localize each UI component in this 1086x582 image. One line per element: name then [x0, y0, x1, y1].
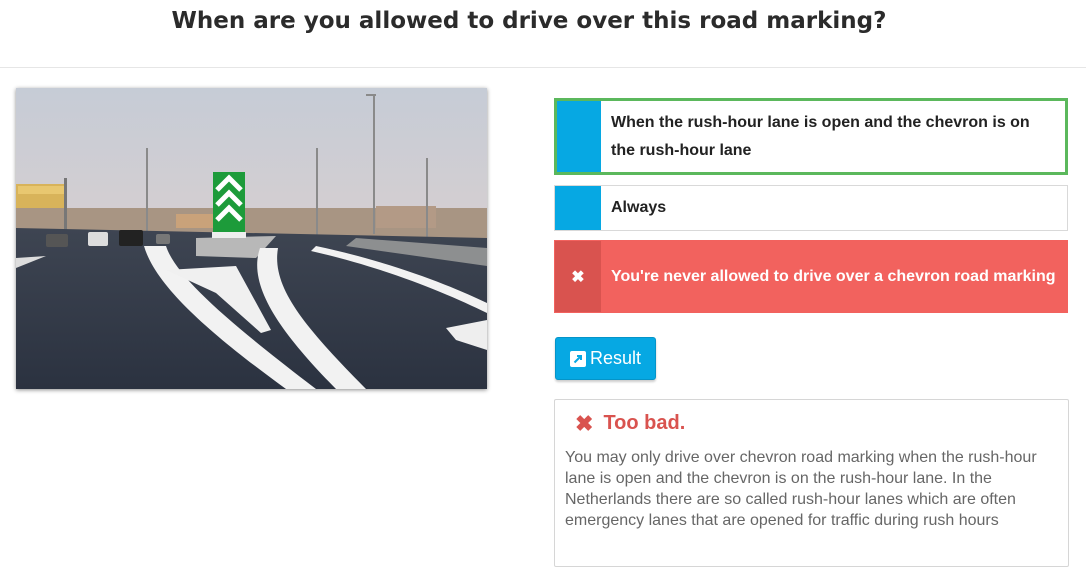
feedback-panel: ✖ Too bad. You may only drive over chevr… [554, 399, 1069, 567]
answer-text: Always [611, 199, 667, 216]
page-header: When are you allowed to drive over this … [0, 0, 1086, 68]
result-button-label: Result [589, 348, 642, 368]
answer-marker [555, 186, 601, 230]
wrong-icon: ✖ [555, 241, 601, 312]
answer-text: You're never allowed to drive over a che… [611, 267, 1056, 285]
question-photo [16, 88, 487, 389]
question-title: When are you allowed to drive over this … [171, 8, 887, 34]
result-button[interactable]: Result [555, 337, 656, 380]
answer-option-1[interactable]: When the rush-hour lane is open and the … [554, 98, 1068, 175]
feedback-title: Too bad. [603, 412, 686, 434]
feedback-explanation: You may only drive over chevron road mar… [565, 449, 1037, 529]
answer-marker [557, 101, 601, 172]
answer-option-2[interactable]: Always [554, 185, 1068, 231]
answer-option-3[interactable]: ✖ You're never allowed to drive over a c… [554, 240, 1068, 313]
close-x-icon: ✖ [575, 410, 594, 436]
external-link-icon [569, 350, 586, 367]
answer-text: When the rush-hour lane is open and the … [611, 113, 1030, 159]
road-photo-illustration [16, 88, 487, 389]
